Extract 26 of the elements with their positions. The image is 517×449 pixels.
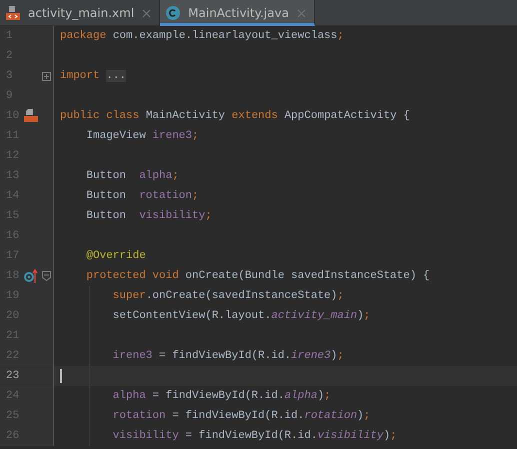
class-icon [166, 6, 180, 20]
text-cursor [60, 369, 62, 383]
code-line: Button visibility; [86, 210, 212, 222]
code-line: Button rotation; [86, 190, 199, 202]
code-line: setContentView(R.layout.activity_main); [112, 310, 370, 322]
code-line: visibility = findViewById(R.id.visibility); [112, 430, 397, 442]
override-marker-icon[interactable] [24, 269, 38, 283]
editor-tab[interactable]: MainActivity.java [160, 0, 315, 26]
close-icon[interactable] [142, 8, 152, 18]
close-icon[interactable] [296, 8, 306, 18]
code-line: public class MainActivity extends AppCompatActivity { [60, 110, 410, 122]
code-line: @Override [86, 250, 146, 262]
code-line: irene3 = findViewById(R.id.irene3); [112, 350, 344, 362]
class-marker-icon[interactable] [24, 109, 38, 123]
code-line: Button alpha; [86, 170, 179, 182]
xml-file-icon [6, 6, 20, 20]
code-line: alpha = findViewById(R.id.alpha); [112, 390, 331, 402]
code-line: rotation = findViewById(R.id.rotation); [112, 410, 370, 422]
expand-icon[interactable] [42, 72, 51, 80]
code-line: package com.example.linearlayout_viewclass; [60, 30, 344, 42]
collapse-icon[interactable] [42, 271, 51, 281]
line-number: 23 [5, 369, 20, 384]
code-line: protected void onCreate(Bundle savedInstanceState) { [86, 270, 430, 282]
code-line: import ... [60, 70, 126, 82]
code-line: super.onCreate(savedInstanceState); [112, 290, 344, 302]
code-line: ImageView irene3; [86, 130, 199, 142]
